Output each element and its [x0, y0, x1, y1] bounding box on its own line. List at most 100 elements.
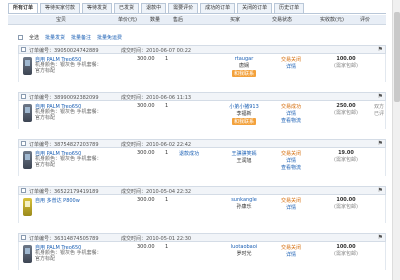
order-time: 成交时间：2010-06-07 00:22 — [121, 48, 192, 54]
batch-ship-button[interactable]: 批量发货 — [45, 34, 65, 41]
detail-link[interactable]: 详情 — [271, 251, 311, 258]
paid-note: (需家包邮) — [334, 204, 358, 210]
order-body: 自用 PALM Treo650 机身颜色：银灰色 手机套餐：官方标配 300.0… — [18, 242, 386, 270]
order-number: 订单编号：36314874505789 — [29, 236, 99, 242]
order-body: 自用 PALM Treo650 机身颜色：银灰色 手机套餐：官方标配 300.0… — [18, 101, 386, 129]
logistics-link[interactable]: 查看物流 — [271, 164, 311, 171]
paid-cell: 19.00 (需家包邮) — [322, 150, 370, 163]
buyer-cell: luotaobaoi 罗时光 — [219, 244, 269, 257]
product-thumbnail[interactable] — [23, 104, 32, 122]
status-cell: 交易关闭 详情 — [271, 56, 311, 70]
contact-button[interactable]: 和我联系 — [231, 70, 256, 77]
paid-note: (需家包邮) — [334, 110, 358, 116]
quantity: 1 — [165, 150, 169, 156]
buyer-realname: 孙康乐 — [236, 204, 252, 210]
order-tabs: 所有订单 等待买家付款 等待发货 已发货 退款中 需要评价 成功的订单 关闭的订… — [8, 3, 306, 13]
quantity: 1 — [165, 197, 169, 203]
tab-successful[interactable]: 成功的订单 — [200, 3, 236, 13]
order-number: 订单编号：38990092382099 — [29, 95, 99, 101]
buyer-cell: rtaugar 唐娴 和我联系 — [219, 56, 269, 77]
buyer-name[interactable]: 小弟小猪913 — [219, 103, 269, 110]
scrollbar-thumb[interactable] — [394, 12, 400, 102]
order-header: 订单编号：36314874505789 成交时间：2010-05-01 22:3… — [18, 233, 386, 242]
tab-refunding[interactable]: 退款中 — [141, 3, 167, 13]
tab-needs-review[interactable]: 需要评价 — [168, 3, 199, 13]
product-thumbnail[interactable] — [23, 57, 32, 75]
paid-note: (需家包邮) — [334, 157, 358, 163]
product-name[interactable]: 自用 多普达 P800w — [35, 197, 80, 204]
buyer-name[interactable]: 王骐骐笑嫣 — [219, 150, 269, 157]
buyer-realname: 唐娴 — [238, 63, 249, 69]
order-row: 订单编号：38990092382099 成交时间：2010-06-06 11:1… — [18, 92, 386, 129]
buyer-cell: 小弟小猪913 李福新 和我联系 — [219, 103, 269, 125]
flag-icon[interactable]: ⚑ — [378, 140, 383, 147]
order-row: 订单编号：38754827203789 成交时间：2010-06-02 22:4… — [18, 139, 386, 176]
vertical-scrollbar[interactable] — [392, 0, 400, 280]
product-thumbnail[interactable] — [23, 245, 32, 263]
flag-icon[interactable]: ⚑ — [378, 187, 383, 194]
table-header: 宝贝 单价(元) 数量 售后 买家 交易状态 实收款(元) 评价 — [8, 15, 386, 25]
batch-actions: 全选 批量发货 批量备注 批量免运费 — [18, 32, 122, 42]
logistics-link[interactable]: 查看物流 — [271, 117, 311, 124]
unit-price: 300.00 — [137, 150, 155, 156]
order-status: 交易关闭 — [280, 245, 301, 251]
paid-note: (需家包邮) — [334, 63, 358, 69]
flag-icon[interactable]: ⚑ — [378, 93, 383, 100]
detail-link[interactable]: 详情 — [271, 110, 311, 117]
order-body: 自用 PALM Treo650 机身颜色：银灰色 手机套餐：官方标配 300.0… — [18, 148, 386, 176]
status-cell: 交易关闭 详情 — [271, 197, 311, 211]
order-status: 交易成功 — [280, 104, 301, 110]
status-cell: 交易成功 详情 查看物流 — [271, 103, 311, 124]
order-row: 订单编号：39050024742889 成交时间：2010-06-07 00:2… — [18, 45, 386, 82]
product-desc: 机身颜色：银灰色 手机套餐：官方标配 — [35, 250, 102, 262]
order-checkbox[interactable] — [21, 188, 26, 193]
batch-free-shipping-button[interactable]: 批量免运费 — [97, 34, 122, 41]
tab-awaiting-payment[interactable]: 等待买家付款 — [40, 3, 81, 13]
order-status: 交易关闭 — [280, 151, 301, 157]
header-price: 单价(元) — [118, 17, 137, 23]
order-number: 订单编号：36522179419189 — [29, 189, 99, 195]
header-qty: 数量 — [150, 17, 161, 23]
contact-button[interactable]: 和我联系 — [231, 118, 256, 125]
status-cell: 交易关闭 详情 查看物流 — [271, 150, 311, 171]
unit-price: 300.00 — [137, 197, 155, 203]
batch-note-button[interactable]: 批量备注 — [71, 34, 91, 41]
product-thumbnail[interactable] — [23, 198, 32, 216]
tab-shipped[interactable]: 已发货 — [114, 3, 140, 13]
aftersale-status[interactable]: 退款成功 — [179, 150, 199, 157]
header-item: 宝贝 — [56, 17, 67, 23]
order-header: 订单编号：36522179419189 成交时间：2010-05-04 22:3… — [18, 186, 386, 195]
order-checkbox[interactable] — [21, 94, 26, 99]
detail-link[interactable]: 详情 — [271, 204, 311, 211]
header-rate: 评价 — [360, 17, 371, 23]
flag-icon[interactable]: ⚑ — [378, 234, 383, 241]
order-status: 交易关闭 — [280, 57, 301, 63]
order-checkbox[interactable] — [21, 235, 26, 240]
quantity: 1 — [165, 103, 169, 109]
order-body: 自用 PALM Treo650 机身颜色：银灰色 手机套餐：官方标配 300.0… — [18, 54, 386, 82]
detail-link[interactable]: 详情 — [271, 157, 311, 164]
quantity: 1 — [165, 56, 169, 62]
buyer-realname: 罗时光 — [236, 251, 252, 257]
tab-awaiting-shipment[interactable]: 等待发货 — [82, 3, 113, 13]
product-desc: 机身颜色：银灰色 手机套餐：官方标配 — [35, 62, 102, 74]
tab-divider — [8, 13, 386, 14]
tab-closed[interactable]: 关闭的订单 — [237, 3, 273, 13]
tab-all-orders[interactable]: 所有订单 — [8, 3, 39, 13]
unit-price: 300.00 — [137, 103, 155, 109]
order-time: 成交时间：2010-06-02 22:42 — [121, 142, 192, 148]
unit-price: 300.00 — [137, 56, 155, 62]
buyer-cell: 王骐骐笑嫣 王润旭 — [219, 150, 269, 164]
order-time: 成交时间：2010-06-06 11:13 — [121, 95, 192, 101]
select-all-checkbox[interactable] — [18, 34, 23, 40]
flag-icon[interactable]: ⚑ — [378, 46, 383, 53]
tab-history[interactable]: 历史订单 — [274, 3, 305, 13]
product-thumbnail[interactable] — [23, 151, 32, 169]
order-checkbox[interactable] — [21, 47, 26, 52]
order-row: 订单编号：36522179419189 成交时间：2010-05-04 22:3… — [18, 186, 386, 223]
quantity: 1 — [165, 244, 169, 250]
status-cell: 交易关闭 详情 — [271, 244, 311, 258]
detail-link[interactable]: 详情 — [271, 63, 311, 70]
order-checkbox[interactable] — [21, 141, 26, 146]
buyer-realname: 李福新 — [236, 111, 252, 117]
